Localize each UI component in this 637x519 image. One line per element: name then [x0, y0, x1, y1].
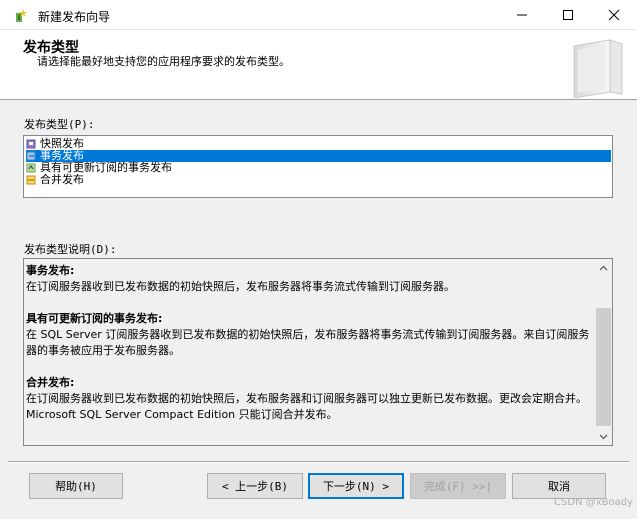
- description-heading: 合并发布:: [26, 376, 75, 389]
- description-heading: 事务发布:: [26, 264, 75, 277]
- maximize-button[interactable]: [545, 0, 591, 30]
- back-button[interactable]: < 上一步(B): [207, 473, 303, 499]
- title-bar: 新建发布向导: [0, 0, 637, 30]
- wizard-icon: [16, 9, 27, 22]
- finish-button[interactable]: 完成(F) >>|: [410, 473, 506, 499]
- description-label: 发布类型说明(D):: [24, 243, 117, 256]
- help-button[interactable]: 帮助(H): [29, 473, 123, 499]
- merge-icon: [26, 175, 36, 185]
- description-paragraph: 在 SQL Server 订阅服务器收到已发布数据的初始快照后，发布服务器将事务…: [26, 328, 590, 357]
- close-button[interactable]: [591, 0, 637, 30]
- cancel-button[interactable]: 取消: [512, 473, 606, 499]
- minimize-icon: [517, 14, 527, 16]
- scroll-thumb[interactable]: [596, 308, 611, 426]
- next-button[interactable]: 下一步(N) >: [308, 473, 404, 499]
- close-icon: [608, 9, 620, 21]
- description-text: 事务发布: 在订阅服务器收到已发布数据的初始快照后，发布服务器将事务流式传输到订…: [26, 263, 591, 423]
- publication-type-list[interactable]: 快照发布 事务发布 具有可更新订阅的事务发布 合并发布: [23, 135, 613, 198]
- publication-type-label: 发布类型(P):: [24, 118, 95, 131]
- book-icon: [573, 39, 623, 98]
- description-heading: 具有可更新订阅的事务发布:: [26, 312, 163, 325]
- updatable-icon: [26, 163, 36, 173]
- scroll-down-button[interactable]: [595, 428, 612, 445]
- snapshot-icon: [26, 139, 36, 149]
- list-item-updatable-transaction[interactable]: 具有可更新订阅的事务发布: [26, 162, 611, 174]
- vertical-scrollbar[interactable]: [595, 259, 612, 445]
- description-box[interactable]: 事务发布: 在订阅服务器收到已发布数据的初始快照后，发布服务器将事务流式传输到订…: [23, 258, 613, 446]
- transaction-icon: [26, 151, 36, 161]
- chevron-up-icon: [599, 265, 608, 270]
- window-title: 新建发布向导: [38, 10, 111, 24]
- scroll-up-button[interactable]: [595, 259, 612, 276]
- list-item-merge[interactable]: 合并发布: [26, 174, 611, 186]
- wizard-header: 发布类型 请选择能最好地支持您的应用程序要求的发布类型。: [0, 30, 637, 100]
- list-item-label: 合并发布: [40, 173, 84, 186]
- watermark: CSDN @xBoady: [554, 497, 633, 508]
- maximize-icon: [563, 10, 573, 20]
- list-item-snapshot[interactable]: 快照发布: [26, 138, 611, 150]
- description-paragraph: 在订阅服务器收到已发布数据的初始快照后，发布服务器和订阅服务器可以独立更新已发布…: [26, 392, 587, 421]
- description-paragraph: 在订阅服务器收到已发布数据的初始快照后，发布服务器将事务流式传输到订阅服务器。: [26, 280, 455, 293]
- footer-separator: [8, 461, 629, 463]
- minimize-button[interactable]: [499, 0, 545, 30]
- chevron-down-icon: [599, 434, 608, 439]
- page-subtitle: 请选择能最好地支持您的应用程序要求的发布类型。: [37, 55, 290, 68]
